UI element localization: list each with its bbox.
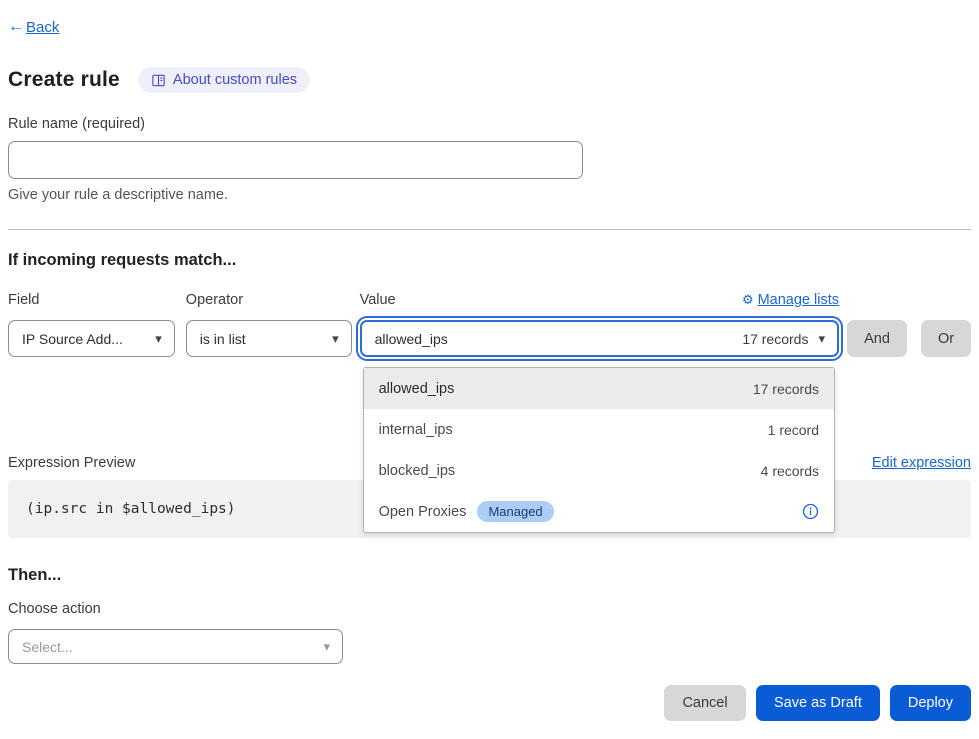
list-item-records: 1 record bbox=[768, 422, 819, 438]
field-label: Field bbox=[8, 292, 175, 320]
value-label: Value bbox=[360, 292, 396, 308]
deploy-button[interactable]: Deploy bbox=[890, 685, 971, 721]
match-section-title: If incoming requests match... bbox=[8, 251, 971, 270]
choose-action-label: Choose action bbox=[8, 601, 971, 617]
book-icon bbox=[151, 73, 166, 88]
lists-dropdown: allowed_ips 17 records internal_ips 1 re… bbox=[363, 367, 835, 533]
back-link[interactable]: ←Back bbox=[8, 18, 59, 36]
field-select-value: IP Source Add... bbox=[22, 331, 123, 347]
chevron-down-icon: ▾ bbox=[818, 331, 825, 347]
expression-preview-label: Expression Preview bbox=[8, 455, 135, 471]
section-divider bbox=[8, 229, 971, 230]
value-select-records: 17 records bbox=[742, 331, 808, 347]
rule-name-label: Rule name (required) bbox=[8, 116, 971, 132]
operator-label: Operator bbox=[186, 292, 352, 320]
list-item-allowed-ips[interactable]: allowed_ips 17 records bbox=[364, 368, 834, 409]
page-title: Create rule bbox=[8, 68, 120, 92]
or-button[interactable]: Or bbox=[921, 320, 971, 357]
or-column: Or bbox=[921, 292, 971, 357]
value-select[interactable]: allowed_ips 17 records ▾ bbox=[360, 320, 839, 357]
rule-name-helper: Give your rule a descriptive name. bbox=[8, 187, 971, 203]
field-select[interactable]: IP Source Add... ▾ bbox=[8, 320, 175, 357]
create-rule-page: ←Back Create rule About custom rules Rul… bbox=[0, 0, 979, 739]
chevron-down-icon: ▾ bbox=[323, 639, 330, 655]
value-select-right: 17 records ▾ bbox=[742, 331, 825, 347]
back-arrow-icon: ← bbox=[8, 18, 24, 36]
list-item-name: Open Proxies bbox=[379, 504, 467, 520]
chevron-down-icon: ▾ bbox=[155, 331, 162, 347]
and-button[interactable]: And bbox=[847, 320, 907, 357]
back-link-label: Back bbox=[26, 19, 59, 36]
about-custom-rules-link[interactable]: About custom rules bbox=[138, 67, 310, 93]
operator-select-value: is in list bbox=[200, 331, 246, 347]
value-select-selected: allowed_ips bbox=[375, 331, 448, 347]
manage-lists-label: Manage lists bbox=[758, 292, 839, 308]
value-select-wrap: allowed_ips 17 records ▾ allowed_ips 17 … bbox=[360, 320, 839, 357]
condition-row: Field IP Source Add... ▾ Operator is in … bbox=[8, 292, 971, 357]
about-custom-rules-label: About custom rules bbox=[173, 72, 297, 88]
list-item-open-proxies[interactable]: Open Proxies Managed bbox=[364, 491, 834, 532]
action-select[interactable]: Select... ▾ bbox=[8, 629, 343, 664]
list-item-internal-ips[interactable]: internal_ips 1 record bbox=[364, 409, 834, 450]
title-row: Create rule About custom rules bbox=[8, 67, 971, 93]
save-as-draft-button[interactable]: Save as Draft bbox=[756, 685, 880, 721]
then-section-title: Then... bbox=[8, 566, 971, 585]
edit-expression-link[interactable]: Edit expression bbox=[872, 455, 971, 471]
value-label-row: Value ⚙ Manage lists bbox=[360, 292, 839, 320]
list-item-blocked-ips[interactable]: blocked_ips 4 records bbox=[364, 450, 834, 491]
list-item-records: 4 records bbox=[761, 463, 819, 479]
action-select-placeholder: Select... bbox=[22, 639, 73, 655]
info-icon[interactable] bbox=[802, 503, 819, 520]
gear-icon: ⚙ bbox=[742, 292, 754, 308]
footer-actions: Cancel Save as Draft Deploy bbox=[8, 685, 971, 721]
operator-column: Operator is in list ▾ bbox=[186, 292, 352, 357]
chevron-down-icon: ▾ bbox=[332, 331, 339, 347]
and-column: And bbox=[847, 292, 907, 357]
manage-lists-link[interactable]: ⚙ Manage lists bbox=[742, 292, 839, 308]
value-column: Value ⚙ Manage lists allowed_ips 17 reco… bbox=[360, 292, 839, 357]
list-item-name: internal_ips bbox=[379, 422, 453, 438]
expression-code: (ip.src in $allowed_ips) bbox=[26, 501, 236, 517]
cancel-button[interactable]: Cancel bbox=[664, 685, 746, 721]
list-item-name: blocked_ips bbox=[379, 463, 456, 479]
list-item-records: 17 records bbox=[753, 381, 819, 397]
managed-badge: Managed bbox=[477, 501, 553, 522]
list-item-name: allowed_ips bbox=[379, 381, 455, 397]
operator-select[interactable]: is in list ▾ bbox=[186, 320, 352, 357]
field-column: Field IP Source Add... ▾ bbox=[8, 292, 175, 357]
rule-name-input[interactable] bbox=[8, 141, 583, 179]
rule-name-block: Rule name (required) Give your rule a de… bbox=[8, 116, 971, 203]
